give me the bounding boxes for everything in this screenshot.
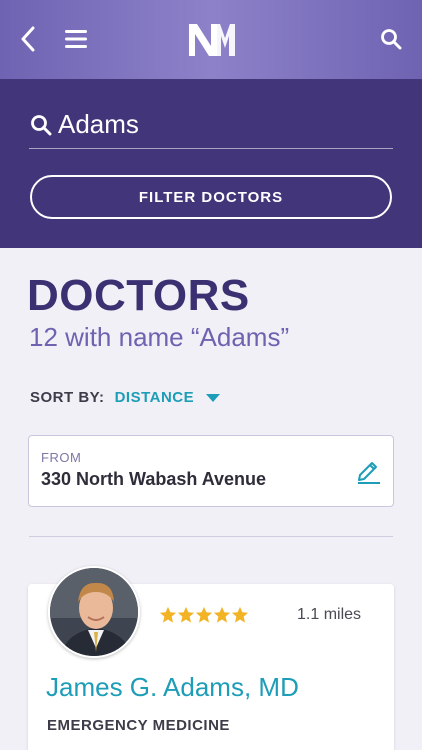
sort-dropdown[interactable]: DISTANCE xyxy=(115,389,221,406)
search-icon[interactable] xyxy=(376,24,406,54)
hamburger-menu-icon[interactable] xyxy=(61,24,91,54)
edit-pencil-icon[interactable] xyxy=(355,456,383,484)
top-app-bar xyxy=(0,0,422,79)
caret-down-icon xyxy=(206,393,221,402)
doctor-specialty: EMERGENCY MEDICINE xyxy=(47,717,230,734)
from-address-box[interactable]: FROM 330 North Wabash Avenue xyxy=(28,435,394,507)
search-icon xyxy=(29,112,52,138)
sort-value: DISTANCE xyxy=(114,389,195,406)
results-count: 12 with name “Adams” xyxy=(29,322,290,352)
star-icon xyxy=(159,606,177,623)
sort-label: SORT BY: xyxy=(30,389,105,406)
search-field-row xyxy=(29,101,393,149)
divider xyxy=(29,536,393,537)
star-icon xyxy=(231,606,249,623)
star-icon xyxy=(195,606,213,623)
from-label: FROM xyxy=(41,450,82,465)
doctor-distance: 1.1 miles xyxy=(297,606,362,623)
star-icon xyxy=(177,606,195,623)
search-input[interactable] xyxy=(58,104,393,145)
rating-stars xyxy=(159,606,249,624)
doctor-avatar xyxy=(48,566,140,658)
nm-logo-icon[interactable] xyxy=(189,24,235,56)
doctor-name-link[interactable]: James G. Adams, MD xyxy=(46,672,299,703)
sort-row: SORT BY: DISTANCE xyxy=(30,389,221,406)
star-icon xyxy=(213,606,231,623)
filter-doctors-button[interactable]: FILTER DOCTORS xyxy=(30,175,392,219)
search-panel: FILTER DOCTORS xyxy=(0,79,422,248)
page-title: DOCTORS xyxy=(27,271,250,320)
from-address: 330 North Wabash Avenue xyxy=(41,469,267,489)
back-chevron-icon[interactable] xyxy=(13,24,43,54)
